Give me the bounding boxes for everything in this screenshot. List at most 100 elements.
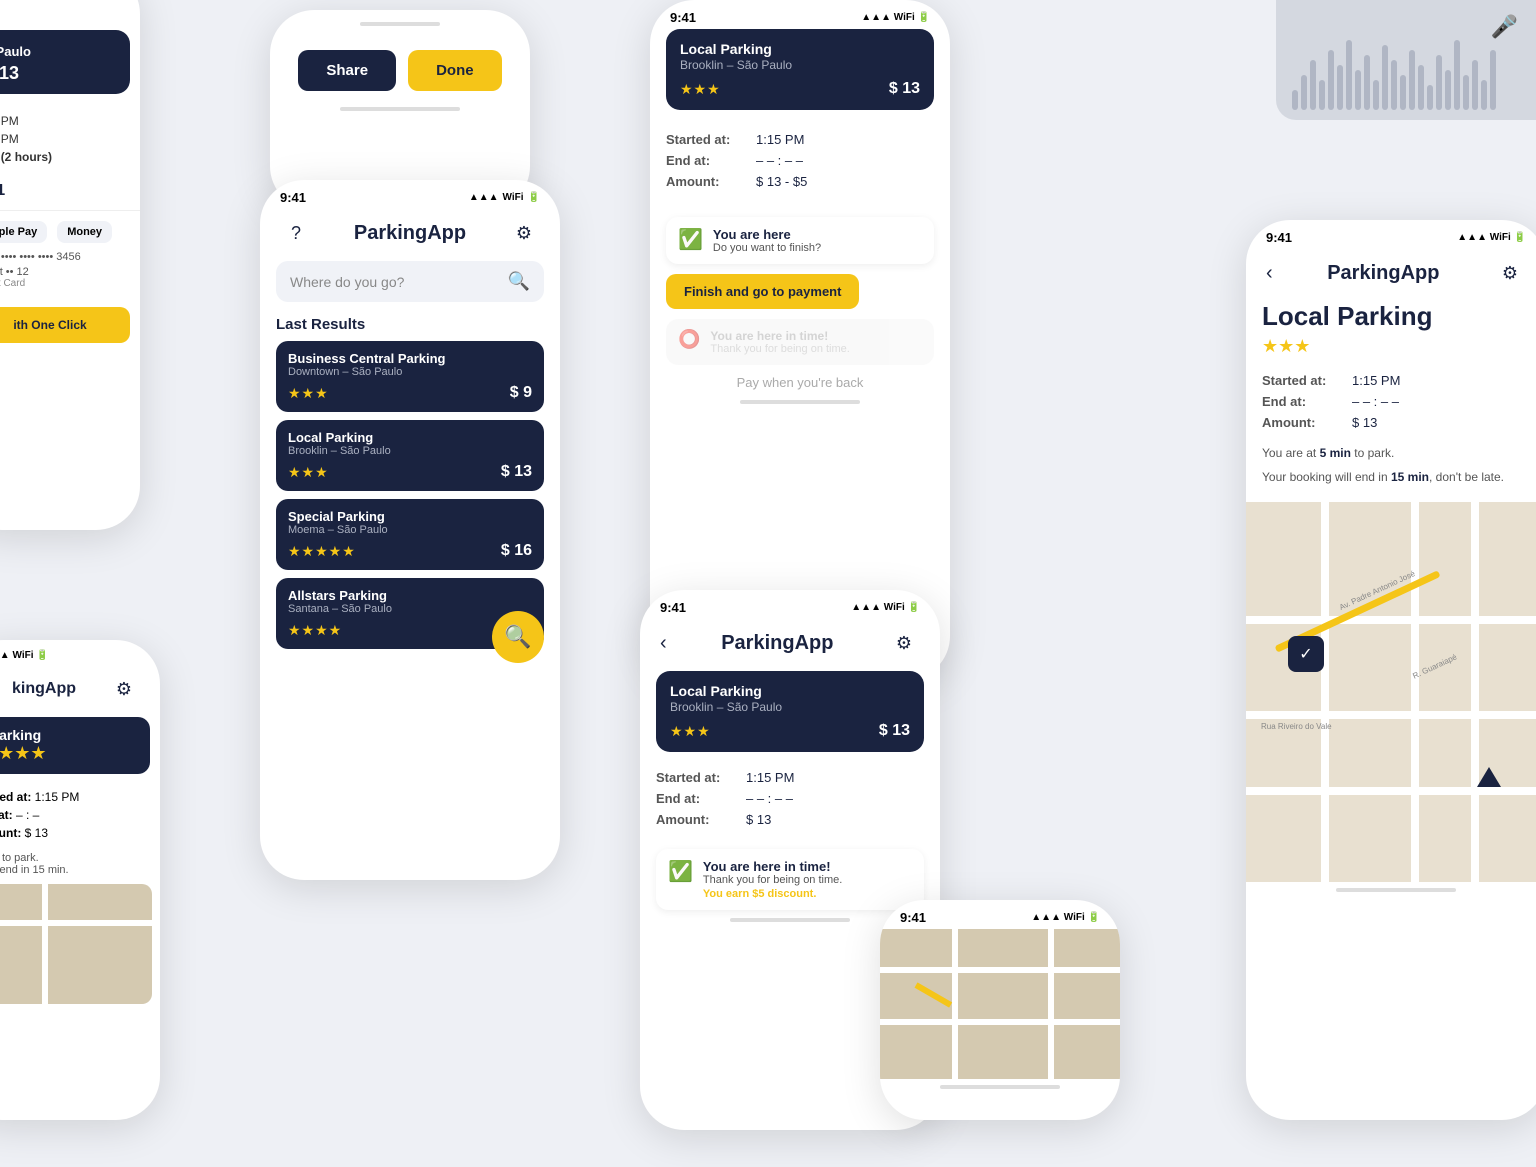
detail-map-phone: 9:41 ▲▲▲ WiFi 🔋 ‹ ParkingApp ⚙ Local Par… — [1246, 220, 1536, 1120]
you-are-here-card: ✅ You are here Do you want to finish? — [666, 217, 934, 264]
partial-map-brp — [880, 929, 1120, 1079]
status-signal-bl: ▲▲▲ WiFi 🔋 — [0, 650, 49, 661]
waveform-bar — [1463, 75, 1469, 110]
back-icon-bc[interactable]: ‹ — [660, 632, 667, 655]
back-icon-rr[interactable]: ‹ — [1266, 262, 1273, 285]
status-icons-brp: ▲▲▲ WiFi 🔋 — [1031, 912, 1100, 923]
map-marker-rr: ✓ — [1288, 636, 1324, 672]
settings-icon-bl[interactable]: ⚙ — [108, 673, 140, 705]
status-time-bc: 9:41 — [660, 600, 686, 615]
started-label-bc: Started at: — [656, 770, 746, 785]
result-stars-0: ★★★ — [288, 385, 329, 402]
search-placeholder: Where do you go? — [290, 274, 404, 290]
result-stars-3: ★★★★ — [288, 622, 342, 639]
waveform-bar — [1481, 80, 1487, 110]
home-indicator-brp — [940, 1085, 1060, 1089]
partial-bottomright-phone: 9:41 ▲▲▲ WiFi 🔋 — [880, 900, 1120, 1120]
partial-info1-bl: ...min to park. — [0, 852, 160, 864]
app-header: ? ParkingApp ⚙ — [260, 209, 560, 261]
status-bar-rr: 9:41 ▲▲▲ WiFi 🔋 — [1246, 220, 1536, 249]
settings-icon-rr[interactable]: ⚙ — [1494, 257, 1526, 289]
status-bar-tr: 9:41 ▲▲▲ WiFi 🔋 — [650, 0, 950, 29]
end-val-tr: – – : – – — [756, 153, 803, 168]
search-bar[interactable]: Where do you go? 🔍 — [276, 261, 544, 302]
pay-money[interactable]: Money — [57, 221, 112, 243]
result-item-1[interactable]: Local Parking Brooklin – São Paulo ★★★ $… — [276, 420, 544, 491]
result-item-2[interactable]: Special Parking Moema – São Paulo ★★★★★ … — [276, 499, 544, 570]
result-stars-2: ★★★★★ — [288, 543, 356, 560]
partial-cost: $ 26 (2 hours) — [0, 150, 126, 164]
waveform-bar — [1418, 65, 1424, 110]
waveform-bar — [1490, 50, 1496, 110]
stars-bc: ★★★ — [670, 723, 711, 740]
partial-title: o Paulo — [0, 44, 116, 59]
status-bar: 9:41 ▲▲▲ WiFi 🔋 — [260, 180, 560, 209]
partial-stars-bl: ★★★★ — [0, 743, 138, 764]
result-name-3: Allstars Parking — [288, 588, 532, 603]
search-icon: 🔍 — [508, 271, 530, 292]
partial-about: About •• 12 — [0, 266, 126, 278]
waveform-bar — [1337, 65, 1343, 110]
settings-icon-bc[interactable]: ⚙ — [888, 627, 920, 659]
intime-sub-bc: Thank you for being on time. — [703, 874, 842, 886]
app-title: ParkingApp — [312, 222, 508, 245]
price-bc: $ 13 — [879, 722, 910, 740]
partial-card-bl: l Parking ★★★★ — [0, 717, 150, 774]
status-time-brp: 9:41 — [900, 910, 926, 925]
result-price-0: $ 9 — [510, 384, 532, 402]
action-buttons-area: Share Done — [270, 34, 530, 101]
started-val-rr: 1:15 PM — [1352, 373, 1400, 388]
partial-discount: $ 5 — [0, 168, 126, 182]
search-fab-button[interactable]: 🔍 — [492, 611, 544, 663]
partial-info2-bl: ...will end in 15 min. — [0, 864, 160, 876]
parking-name-tr: Local Parking — [680, 41, 920, 57]
waveform-bar — [1445, 70, 1451, 110]
detail-section-tr: Started at: 1:15 PM End at: – – : – – Am… — [650, 120, 950, 207]
price-tr: $ 13 — [889, 80, 920, 98]
waveform-bar — [1373, 80, 1379, 110]
app-header-bc: ‹ ParkingApp ⚙ — [640, 619, 940, 671]
home-indicator-rr — [1336, 888, 1456, 892]
intime-card-active-bc: ✅ You are here in time! Thank you for be… — [656, 849, 924, 910]
waveform-bar — [1454, 40, 1460, 110]
result-item-3[interactable]: Allstars Parking Santana – São Paulo ★★★… — [276, 578, 544, 649]
waveform-bar — [1346, 40, 1352, 110]
stars-tr: ★★★ — [680, 81, 721, 98]
result-loc-1: Brooklin – São Paulo — [288, 445, 532, 457]
done-button[interactable]: Done — [408, 50, 502, 91]
location-check-icon: ✅ — [678, 227, 703, 252]
partial-bottomleft-phone: ▲▲▲ WiFi 🔋 kingApp ⚙ l Parking ★★★★ Star… — [0, 640, 160, 1120]
pay-apple[interactable]: Apple Pay — [0, 221, 47, 243]
partial-total: $ 21 — [0, 182, 126, 200]
info-text-2-rr: Your booking will end in 15 min, don't b… — [1246, 468, 1536, 492]
partial-one-click-btn[interactable]: ith One Click — [0, 307, 130, 343]
app-title-bl: kingApp — [0, 680, 108, 698]
status-bar-bc: 9:41 ▲▲▲ WiFi 🔋 — [640, 590, 940, 619]
intime-card-inactive: ⭕ You are here in time! Thank you for be… — [666, 319, 934, 365]
share-button[interactable]: Share — [298, 50, 396, 91]
partial-price: $ 13 — [0, 63, 116, 84]
started-val-bc: 1:15 PM — [746, 770, 794, 785]
result-name-1: Local Parking — [288, 430, 532, 445]
started-label-tr: Started at: — [666, 132, 756, 147]
started-label-rr: Started at: — [1262, 373, 1352, 388]
amount-val-bc: $ 13 — [746, 812, 771, 827]
help-icon[interactable]: ? — [280, 217, 312, 249]
parking-card-tr: Local Parking Brooklin – São Paulo ★★★ $… — [666, 29, 934, 110]
finish-payment-btn[interactable]: Finish and go to payment — [666, 274, 859, 309]
result-item-0[interactable]: Business Central Parking Downtown – São … — [276, 341, 544, 412]
home-indicator-tr — [740, 400, 860, 404]
status-icons-tr: ▲▲▲ WiFi 🔋 — [861, 12, 930, 23]
result-loc-2: Moema – São Paulo — [288, 524, 532, 536]
status-time: 9:41 — [280, 190, 306, 205]
stars-rr: ★★★ — [1262, 336, 1530, 357]
result-loc-3: Santana – São Paulo — [288, 603, 532, 615]
partial-parking-name-bl: l Parking — [0, 727, 138, 743]
end-label-tr: End at: — [666, 153, 756, 168]
settings-icon[interactable]: ⚙ — [508, 217, 540, 249]
partial-card: Card •••• •••• •••• 3456 — [0, 251, 126, 263]
detail-section-bc: Started at: 1:15 PM End at: – – : – – Am… — [640, 762, 940, 841]
partial-time1: 1:15 PM — [0, 114, 126, 128]
result-price-2: $ 16 — [501, 542, 532, 560]
session-active-phone: 9:41 ▲▲▲ WiFi 🔋 Local Parking Brooklin –… — [650, 0, 950, 680]
